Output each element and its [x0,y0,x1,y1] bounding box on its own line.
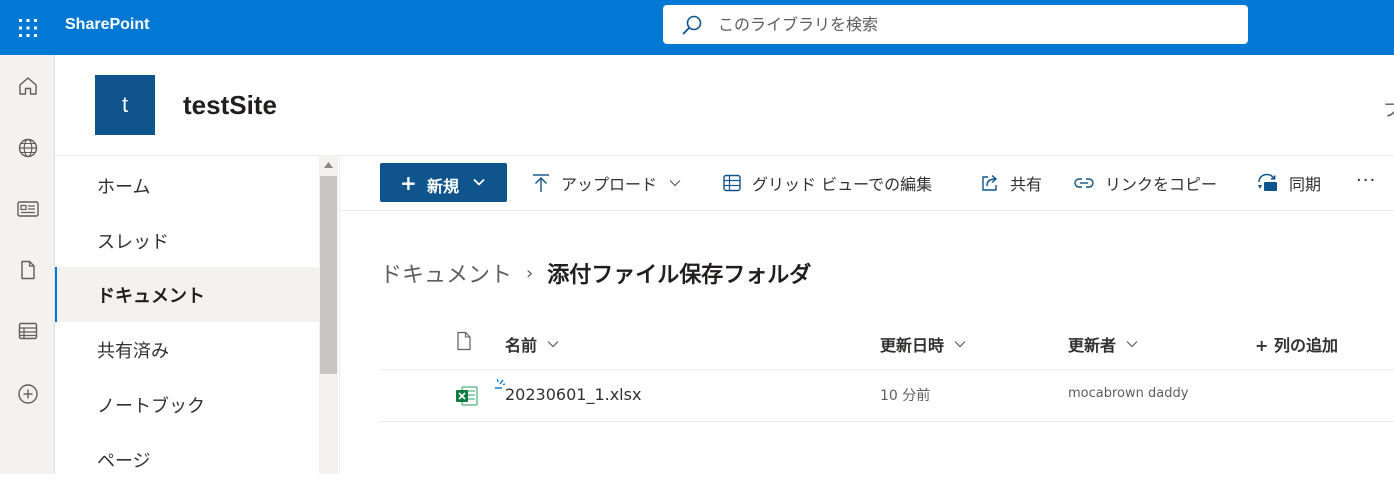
search-input[interactable] [718,5,1238,44]
upload-icon [533,174,549,192]
nav-scroll-up-button[interactable] [319,155,338,175]
new-button-label: 新規 [427,177,460,196]
file-type-column-header[interactable] [455,331,473,351]
modified-by-column-header[interactable]: 更新者 [1068,332,1138,356]
nav-item-label: ドキュメント [97,285,205,307]
modified-by-column-label: 更新者 [1068,336,1117,355]
search-icon [682,15,702,35]
nav-item-label: スレッド [97,231,169,253]
site-logo[interactable]: t [95,75,155,135]
new-item-icon [495,378,506,389]
grid-icon [723,174,741,192]
nav-scrollbar-thumb[interactable] [320,176,337,374]
copy-link-button[interactable]: リンクをコピー [1073,165,1217,201]
appbar-lists-button[interactable] [0,311,55,351]
app-launcher-button[interactable] [0,0,55,55]
sync-icon [1258,173,1277,191]
nav-item-shared[interactable]: 共有済み [55,322,320,377]
left-navigation: ホーム スレッド ドキュメント 共有済み ノートブック ページ [55,155,340,474]
chevron-down-icon [669,180,681,187]
list-icon [18,322,37,340]
add-circle-icon [17,384,38,404]
excel-file-icon [456,386,478,406]
grid-view-edit-label: グリッド ビューでの編集 [752,175,933,194]
nav-item-notebook[interactable]: ノートブック [55,377,320,432]
modified-cell: 10 分前 [880,388,931,404]
chevron-down-icon [547,341,559,348]
appbar-sites-button[interactable] [0,128,55,168]
row-divider [380,421,1394,422]
suite-header: SharePoint [0,0,1394,55]
waffle-icon [18,18,37,37]
nav-item-documents[interactable]: ドキュメント [55,267,320,322]
modified-by-cell[interactable]: mocabrown daddy [1068,386,1188,401]
news-icon [16,201,39,217]
new-button[interactable]: + 新規 [380,163,507,202]
search-box[interactable] [663,5,1248,44]
appbar-news-button[interactable] [0,189,55,229]
upload-button[interactable]: アップロード [531,165,681,201]
breadcrumb-root-link[interactable]: ドキュメント [380,257,512,289]
document-icon [20,260,35,280]
link-icon [1074,178,1094,188]
file-name-link[interactable]: 20230601_1.xlsx [505,385,641,404]
name-column-label: 名前 [505,336,538,355]
header-divider [380,369,1394,370]
home-icon [18,77,37,95]
appbar-home-button[interactable] [0,66,55,106]
sharepoint-brand-link[interactable]: SharePoint [65,16,149,34]
share-label: 共有 [1010,175,1043,194]
nav-item-label: ノートブック [97,395,205,417]
globe-icon [18,138,37,158]
plus-icon: + [400,171,417,195]
copy-link-label: リンクをコピー [1105,175,1218,194]
name-column-header[interactable]: 名前 [505,332,559,356]
nav-item-threads[interactable]: スレッド [55,213,320,268]
share-icon [982,174,998,191]
sync-button[interactable]: 同期 [1255,165,1321,201]
modified-column-label: 更新日時 [880,336,945,355]
nav-item-label: ホーム [97,176,151,198]
modified-column-header[interactable]: 更新日時 [880,332,966,356]
grid-view-edit-button[interactable]: グリッド ビューでの編集 [722,165,932,201]
app-bar [0,55,55,474]
chevron-down-icon [1126,341,1138,348]
breadcrumb: ドキュメント › 添付ファイル保存フォルダ [380,257,811,289]
triangle-up-icon [324,162,333,168]
breadcrumb-current-folder[interactable]: 添付ファイル保存フォルダ [547,257,811,289]
appbar-files-button[interactable] [0,250,55,290]
nav-item-home[interactable]: ホーム [55,158,320,213]
site-title[interactable]: testSite [183,90,277,121]
nav-item-label: ページ [97,450,151,472]
nav-item-pages[interactable]: ページ [55,432,320,487]
more-commands-button[interactable]: ··· [1356,170,1376,191]
upload-label: アップロード [561,175,658,194]
appbar-create-button[interactable] [0,374,55,414]
sync-label: 同期 [1289,175,1322,194]
nav-item-label: 共有済み [97,340,169,362]
chevron-down-icon [954,341,966,348]
share-button[interactable]: 共有 [980,165,1042,201]
document-icon [457,331,471,351]
site-header-action-clipped[interactable]: ブ [1383,96,1394,122]
chevron-down-icon [473,178,485,186]
add-column-button[interactable]: + 列の追加 [1255,332,1338,356]
breadcrumb-separator: › [526,262,534,284]
